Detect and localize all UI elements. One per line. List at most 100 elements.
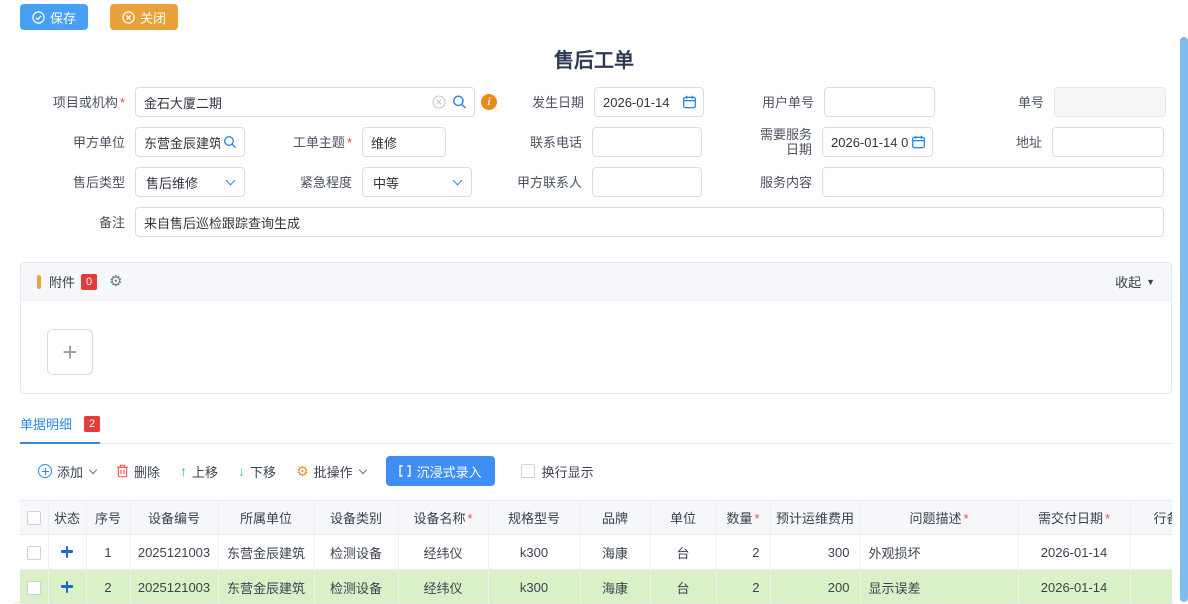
delete-row-button[interactable]: 删除 — [116, 462, 160, 481]
column-header-problem: 问题描述* — [860, 501, 1018, 535]
move-down-button[interactable]: ↓ 下移 — [238, 462, 276, 481]
party-contact-input[interactable] — [592, 167, 702, 197]
insert-row-plus-icon[interactable] — [61, 581, 73, 593]
detail-table-container: 状态序号设备编号所属单位设备类别设备名称*规格型号品牌单位数量*预计运维费用问题… — [20, 500, 1172, 604]
form-row-4: 备注 — [20, 207, 1188, 237]
service-content-label: 服务内容 — [702, 175, 822, 190]
occur-date-input[interactable] — [594, 87, 704, 117]
form-row-1: 项目或机构* i 发生日期 — [20, 87, 1188, 117]
cell-model: k300 — [488, 570, 580, 604]
wrap-display-checkbox[interactable] — [521, 464, 535, 478]
address-input[interactable] — [1052, 127, 1164, 157]
order-no-field — [1054, 87, 1166, 117]
move-down-label: 下移 — [250, 462, 276, 481]
circle-plus-icon — [38, 464, 52, 478]
add-row-button[interactable]: 添加 — [38, 462, 96, 481]
remark-label: 备注 — [20, 215, 135, 230]
cell-cost: 200 — [770, 570, 860, 604]
fullscreen-brackets-icon — [399, 465, 411, 477]
move-up-button[interactable]: ↑ 上移 — [180, 462, 218, 481]
order-no-input — [1054, 87, 1166, 117]
cell-status — [48, 535, 86, 570]
party-contact-field — [592, 167, 702, 197]
party-unit-label: 甲方单位 — [20, 135, 135, 150]
chevron-down-icon — [358, 465, 366, 473]
table-row[interactable]: 22025121003东营金辰建筑检测设备经纬仪k300海康台2200显示误差2… — [20, 570, 1172, 604]
search-icon[interactable] — [223, 135, 237, 149]
service-content-input[interactable] — [822, 167, 1164, 197]
cell-unit: 东营金辰建筑 — [218, 570, 314, 604]
cell-note — [1130, 570, 1172, 604]
row-checkbox[interactable] — [27, 546, 41, 560]
aftersales-type-select[interactable]: 售后维修 — [135, 167, 245, 197]
add-attachment-button[interactable]: + — [47, 329, 93, 375]
triangle-down-icon: ▼ — [1146, 277, 1155, 287]
immersive-entry-button[interactable]: 沉浸式录入 — [386, 456, 495, 486]
select-all-checkbox[interactable] — [27, 511, 41, 525]
project-input[interactable] — [135, 87, 475, 117]
plus-icon: + — [62, 337, 77, 368]
attachment-title: 附件 — [49, 272, 75, 291]
aftersales-type-label: 售后类型 — [20, 175, 135, 190]
info-icon[interactable]: i — [481, 94, 497, 110]
required-mark: * — [120, 95, 125, 110]
column-header-name: 设备名称* — [398, 501, 488, 535]
table-row[interactable]: 12025121003东营金辰建筑检测设备经纬仪k300海康台2300外观损坏2… — [20, 535, 1172, 570]
close-button[interactable]: 关闭 — [110, 4, 178, 30]
cell-note — [1130, 535, 1172, 570]
gear-icon: ⚙ — [296, 464, 309, 478]
cell-brand: 海康 — [580, 570, 650, 604]
cell-code: 2025121003 — [130, 535, 218, 570]
required-mark: * — [347, 135, 352, 150]
cell-model: k300 — [488, 535, 580, 570]
clear-icon[interactable] — [432, 95, 446, 109]
column-header-cost: 预计运维费用 — [770, 501, 860, 535]
cell-munit: 台 — [650, 570, 716, 604]
section-marker-icon — [37, 275, 41, 289]
save-button[interactable]: 保存 — [20, 4, 88, 30]
gear-icon[interactable]: ⚙ — [109, 274, 122, 289]
collapse-label: 收起 — [1115, 272, 1141, 291]
subject-field — [362, 127, 446, 157]
user-order-input[interactable] — [824, 87, 935, 117]
service-date-input[interactable] — [822, 127, 933, 157]
bottom-divider — [14, 602, 1174, 603]
cell-seq: 2 — [86, 570, 130, 604]
cell-problem: 显示误差 — [860, 570, 1018, 604]
collapse-toggle[interactable]: 收起 ▼ — [1115, 272, 1155, 291]
phone-label: 联系电话 — [495, 135, 592, 150]
column-header-category: 设备类别 — [314, 501, 398, 535]
wrap-display-label: 换行显示 — [542, 462, 594, 481]
arrow-down-icon: ↓ — [238, 464, 245, 478]
order-no-label: 单号 — [935, 95, 1054, 110]
trash-icon — [116, 464, 129, 478]
address-field — [1052, 127, 1164, 157]
search-icon[interactable] — [452, 95, 467, 110]
wrap-display-option[interactable]: 换行显示 — [521, 462, 594, 481]
vertical-scrollbar[interactable] — [1180, 37, 1188, 602]
aftersales-type-value: 售后维修 — [146, 173, 198, 192]
chevron-down-icon — [89, 465, 97, 473]
check-circle-icon — [32, 11, 45, 24]
project-field — [135, 87, 475, 117]
cell-due: 2026-01-14 — [1018, 570, 1130, 604]
chevron-down-icon — [226, 176, 236, 186]
cell-status — [48, 570, 86, 604]
insert-row-plus-icon[interactable] — [61, 546, 73, 558]
cell-cost: 300 — [770, 535, 860, 570]
detail-count-badge: 2 — [84, 416, 100, 432]
column-header-brand: 品牌 — [580, 501, 650, 535]
attachment-header: 附件 0 ⚙ 收起 ▼ — [21, 263, 1171, 301]
remark-input[interactable] — [135, 207, 1164, 237]
phone-input[interactable] — [592, 127, 702, 157]
project-label: 项目或机构* — [20, 95, 135, 110]
urgency-select[interactable]: 中等 — [362, 167, 472, 197]
arrow-up-icon: ↑ — [180, 464, 187, 478]
batch-ops-button[interactable]: ⚙ 批操作 — [296, 462, 366, 481]
subject-input[interactable] — [362, 127, 446, 157]
form-row-2: 甲方单位 工单主题* 联系电话 需要服务日期 — [20, 127, 1188, 157]
tab-detail[interactable]: 单据明细 2 — [20, 414, 100, 444]
party-contact-label: 甲方联系人 — [495, 175, 592, 190]
row-checkbox[interactable] — [27, 581, 41, 595]
column-header-seq: 序号 — [86, 501, 130, 535]
